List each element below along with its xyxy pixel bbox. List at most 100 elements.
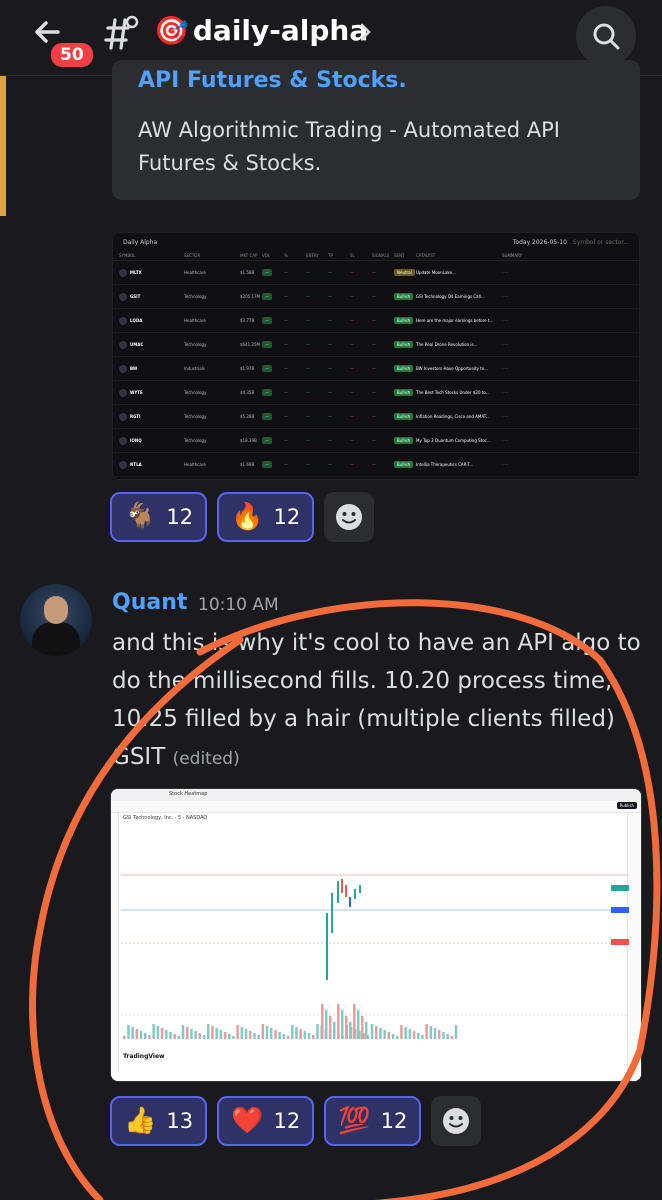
row-symbol: MLTX <box>130 270 142 275</box>
chevron-right-icon[interactable] <box>358 20 374 44</box>
row-catalyst: The Best Tech Stocks Under $20 to... <box>416 390 490 395</box>
embed-description: AW Algorithmic Trading - Automated API F… <box>138 118 560 175</box>
row-cap: $641.25M <box>240 342 260 347</box>
tradingview-logo: TradingView <box>123 1053 165 1060</box>
hundred-icon: 💯 <box>338 1106 371 1136</box>
row-symbol: BW <box>130 366 138 371</box>
row-symbol: NTLA <box>130 462 142 467</box>
row-catalyst: Intellia Therapeutics CAR-T... <box>416 462 474 467</box>
table-row: NTLA Healthcare $1.69B — — — — — — Bullish Intelli… <box>113 453 639 477</box>
row-sentiment: Bullish <box>394 341 414 348</box>
reaction-count: 12 <box>380 1109 408 1133</box>
row-symbol: GSIT <box>130 294 141 299</box>
table-header: SYMBOL SECTOR MKT CAP VOL% ENTRY TP SL SIGNALS S… <box>113 251 639 261</box>
reactions-bar: 🐐 12 🔥 12 <box>110 492 375 542</box>
search-icon <box>593 23 620 50</box>
unread-badge: 50 <box>48 40 96 70</box>
row-symbol: RGTI <box>130 414 141 419</box>
row-sentiment: Bullish <box>394 317 414 324</box>
reaction-fire[interactable]: 🔥 12 <box>217 492 315 542</box>
reaction-hundred[interactable]: 💯 12 <box>324 1096 422 1146</box>
row-cap: $1.69B <box>240 462 255 467</box>
table-row: WYTE Technology $4.35B — — — — — — Bullish The Bes… <box>113 381 639 405</box>
row-symbol: IONQ <box>130 438 142 443</box>
price-chart <box>121 874 629 1039</box>
row-symbol: WYTE <box>130 390 143 395</box>
table-search: Symbol or sector... <box>572 238 629 246</box>
row-catalyst: Inflation Readings, Cisco and AMAT... <box>416 414 490 419</box>
row-cap: $205.17M <box>240 294 260 299</box>
reaction-goat[interactable]: 🐐 12 <box>110 492 208 542</box>
smiley-icon <box>443 1108 470 1134</box>
row-sentiment: Bullish <box>394 365 414 372</box>
channel-title[interactable]: 🎯 daily-alpha <box>154 14 368 47</box>
fire-icon: 🔥 <box>231 502 264 532</box>
table-row: BW Industrials $1.97B — — — — — — Bullish BW Inves… <box>113 357 639 381</box>
row-catalyst: The Real Drone Revolution is... <box>416 342 478 347</box>
add-reaction-button[interactable] <box>431 1096 482 1146</box>
row-sector: Healthcare <box>184 270 206 275</box>
thread-icon <box>100 14 140 54</box>
reaction-heart[interactable]: ❤️ 12 <box>217 1096 315 1146</box>
embed-title[interactable]: API Futures & Stocks. <box>138 68 407 93</box>
table-row: RGTI Technology $5.28B — — — — — — Bullish Inflati… <box>113 405 639 429</box>
search-button[interactable] <box>576 6 636 66</box>
row-sentiment: Bullish <box>394 461 414 468</box>
channel-name: daily-alpha <box>192 14 369 47</box>
reaction-count: 12 <box>273 505 301 529</box>
table-screenshot-attachment[interactable]: Daily Alpha Today 2026-05-10 Symbol or s… <box>112 232 640 480</box>
table-row: IONQ Technology $18.39B — — — — — — Bullish My Top… <box>113 429 639 453</box>
row-cap: $3.77B <box>240 318 255 323</box>
row-catalyst: Update MoonLake... <box>416 270 456 275</box>
row-sentiment: Neutral <box>394 269 415 276</box>
row-sector: Industrials <box>184 366 205 371</box>
row-cap: $18.39B <box>240 438 257 443</box>
link-embed[interactable]: API Futures & Stocks. AW Algorithmic Tra… <box>112 60 640 200</box>
row-sector: Technology <box>184 414 207 419</box>
row-sentiment: Bullish <box>394 389 414 396</box>
reaction-count: 12 <box>273 1109 301 1133</box>
message-timestamp: 10:10 AM <box>198 595 279 615</box>
row-cap: $4.35B <box>240 390 255 395</box>
table-row: UMAC Technology $641.25M — — — — — — Bullish The R… <box>113 333 639 357</box>
row-cap: $1.58B <box>240 270 255 275</box>
row-cap: $1.97B <box>240 366 255 371</box>
row-catalyst: BW Investors Have Opportunity to... <box>416 366 489 371</box>
avatar[interactable] <box>20 584 92 656</box>
row-sector: Healthcare <box>184 318 206 323</box>
chart-screenshot-attachment[interactable]: Stock Heatmap Publish GSI Technology, In… <box>110 788 642 1082</box>
row-sector: Technology <box>184 390 207 395</box>
reaction-thumbs-up[interactable]: 👍 13 <box>110 1096 208 1146</box>
table-row: GSIT Technology $205.17M — — — — — — Bullish GSI T… <box>113 285 639 309</box>
row-cap: $5.28B <box>240 414 255 419</box>
reaction-count: 13 <box>166 1109 194 1133</box>
edited-label: (edited) <box>172 749 240 769</box>
row-sentiment: Bullish <box>394 413 414 420</box>
table-row: MLTX Healthcare $1.58B — — — — — — Neutral Update … <box>113 261 639 285</box>
add-reaction-button[interactable] <box>324 492 375 542</box>
thumbs-up-icon: 👍 <box>124 1106 157 1136</box>
table-date: Today 2026-05-10 <box>512 238 567 246</box>
embed-accent-bar <box>0 76 6 216</box>
row-symbol: UMAC <box>130 342 144 347</box>
heart-icon: ❤️ <box>231 1106 264 1136</box>
row-symbol: LQDA <box>130 318 143 323</box>
target-icon: 🎯 <box>154 14 189 47</box>
row-sector: Healthcare <box>184 462 206 467</box>
row-catalyst: GSI Technology Q4 Earnings Call... <box>416 294 485 299</box>
message-text: and this is why it's cool to have an API… <box>112 624 642 778</box>
author-name[interactable]: Quant <box>112 590 187 615</box>
table-row: LQDA Healthcare $3.77B — — — — — — Bullish Here ar… <box>113 309 639 333</box>
row-sector: Technology <box>184 438 207 443</box>
goat-icon: 🐐 <box>124 502 157 532</box>
row-sector: Technology <box>184 342 207 347</box>
table-title: Daily Alpha <box>123 238 158 246</box>
row-sentiment: Bullish <box>394 437 414 444</box>
row-catalyst: Here are the major earnings before t... <box>416 318 494 323</box>
row-sector: Technology <box>184 294 207 299</box>
reactions-bar: 👍 13 ❤️ 12 💯 12 <box>110 1096 482 1146</box>
reaction-count: 12 <box>166 505 194 529</box>
row-catalyst: My Top 3 Quantum Computing Stoc... <box>416 438 491 443</box>
row-sentiment: Bullish <box>394 293 414 300</box>
smiley-icon <box>336 504 363 530</box>
